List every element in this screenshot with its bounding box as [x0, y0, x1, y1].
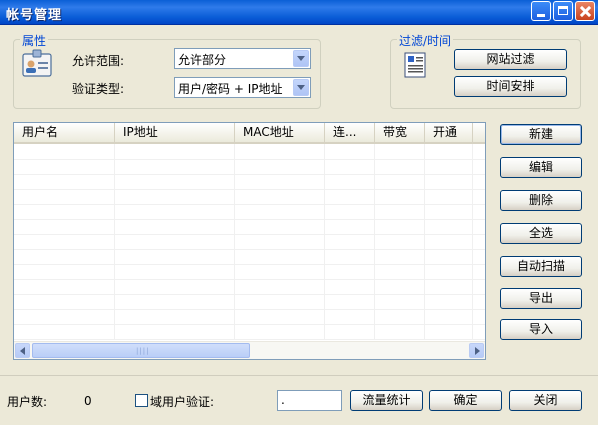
- maximize-button[interactable]: [553, 1, 573, 21]
- row-line: [14, 159, 485, 160]
- scroll-thumb[interactable]: ||||: [32, 343, 250, 358]
- row-line: [14, 324, 485, 325]
- auth-type-select[interactable]: 用户/密码 + IP地址: [174, 77, 311, 98]
- column-connection[interactable]: 连...: [325, 123, 375, 142]
- delete-button[interactable]: 删除: [500, 190, 582, 211]
- column-line: [424, 144, 425, 340]
- horizontal-scrollbar[interactable]: ||||: [14, 341, 485, 359]
- row-line: [14, 234, 485, 235]
- column-enabled[interactable]: 开通: [425, 123, 473, 142]
- chevron-down-icon[interactable]: [293, 79, 309, 96]
- column-line: [234, 144, 235, 340]
- allow-range-label: 允许范围:: [72, 54, 125, 68]
- allow-range-value: 允许部分: [178, 53, 227, 67]
- website-filter-button[interactable]: 网站过滤: [454, 49, 567, 70]
- chevron-down-icon[interactable]: [293, 50, 309, 67]
- schedule-button[interactable]: 时间安排: [454, 76, 567, 97]
- export-button[interactable]: 导出: [500, 288, 582, 309]
- allow-range-select[interactable]: 允许部分: [174, 48, 311, 69]
- title-bar[interactable]: 帐号管理: [0, 0, 598, 25]
- ok-button[interactable]: 确定: [429, 390, 502, 411]
- minimize-icon: [532, 2, 550, 20]
- row-line: [14, 339, 485, 340]
- column-mac[interactable]: MAC地址: [235, 123, 325, 142]
- maximize-icon: [554, 2, 572, 20]
- list-header: 用户名 IP地址 MAC地址 连... 带宽 开通: [14, 123, 485, 144]
- filter-time-legend: 过滤/时间: [397, 32, 454, 49]
- close-icon: [576, 2, 594, 20]
- user-list[interactable]: 用户名 IP地址 MAC地址 连... 带宽 开通 ||||: [13, 122, 486, 360]
- scroll-left-icon[interactable]: [15, 343, 30, 358]
- account-management-window: 帐号管理 属性 允许范围: 允许部分 验证类型: 用户/密码 + IP地址 过滤…: [0, 0, 598, 425]
- user-count-label: 用户数:: [7, 395, 48, 409]
- close-window-button[interactable]: [575, 1, 595, 21]
- column-username[interactable]: 用户名: [14, 123, 115, 142]
- column-bandwidth[interactable]: 带宽: [375, 123, 425, 142]
- window-title: 帐号管理: [6, 8, 63, 23]
- id-card-icon: [22, 49, 52, 77]
- select-all-button[interactable]: 全选: [500, 223, 582, 244]
- column-line: [324, 144, 325, 340]
- scroll-right-icon[interactable]: [469, 343, 484, 358]
- column-line: [374, 144, 375, 340]
- row-line: [14, 189, 485, 190]
- auto-scan-button[interactable]: 自动扫描: [500, 256, 582, 277]
- row-line: [14, 309, 485, 310]
- close-button[interactable]: 关闭: [509, 390, 582, 411]
- user-count-value: 0: [84, 394, 92, 408]
- row-line: [14, 174, 485, 175]
- row-line: [14, 249, 485, 250]
- new-button[interactable]: 新建: [500, 124, 582, 145]
- auth-type-value: 用户/密码 + IP地址: [178, 82, 283, 96]
- row-line: [14, 264, 485, 265]
- row-line: [14, 204, 485, 205]
- properties-legend: 属性: [20, 32, 49, 49]
- import-button[interactable]: 导入: [500, 319, 582, 340]
- column-ip[interactable]: IP地址: [115, 123, 235, 142]
- column-line: [472, 144, 473, 340]
- minimize-button[interactable]: [531, 1, 551, 21]
- domain-auth-checkbox[interactable]: [135, 394, 148, 407]
- document-icon: [404, 52, 426, 78]
- edit-button[interactable]: 编辑: [500, 157, 582, 178]
- row-line: [14, 279, 485, 280]
- row-line: [14, 294, 485, 295]
- domain-auth-label[interactable]: 域用户验证:: [150, 393, 214, 410]
- auth-type-label: 验证类型:: [72, 82, 125, 96]
- column-line: [114, 144, 115, 340]
- traffic-stats-button[interactable]: 流量统计: [350, 390, 423, 411]
- row-line: [14, 219, 485, 220]
- domain-input[interactable]: .: [277, 390, 342, 411]
